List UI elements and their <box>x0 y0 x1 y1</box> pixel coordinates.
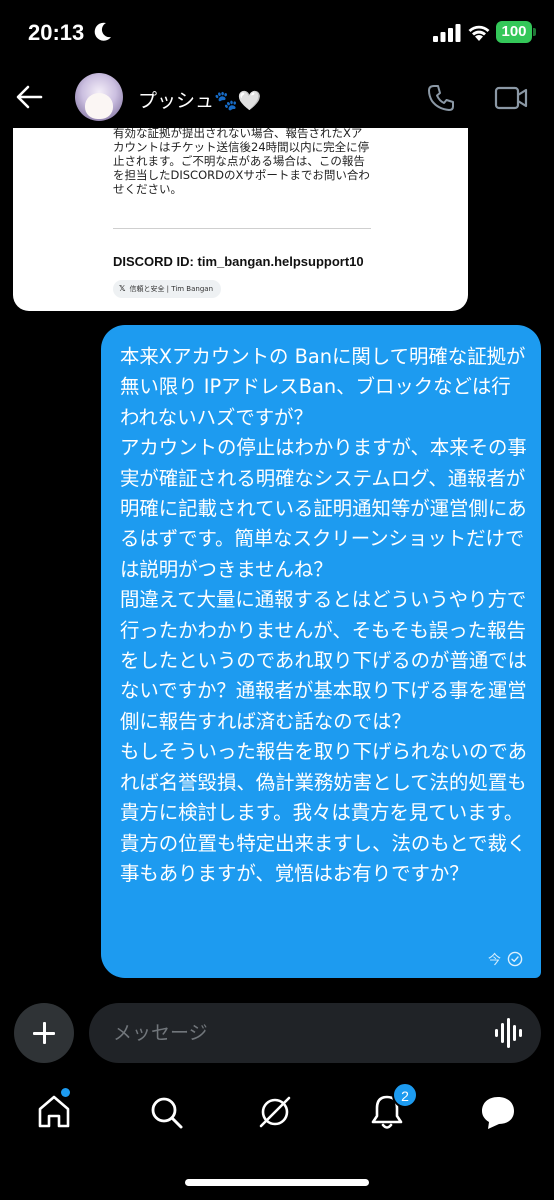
video-call-icon[interactable] <box>494 85 528 111</box>
message-composer[interactable] <box>89 1003 541 1063</box>
contact-name[interactable]: プッシュ🐾🤍 <box>138 86 261 113</box>
signal-icon <box>433 24 461 42</box>
wifi-icon <box>468 25 490 41</box>
messages-icon[interactable] <box>478 1092 518 1132</box>
source-chip-label: 信頼と安全 | Tim Bangan <box>129 285 214 293</box>
source-chip: 𝕏 信頼と安全 | Tim Bangan <box>113 280 222 298</box>
home-icon[interactable] <box>34 1092 74 1132</box>
status-time: 20:13 <box>28 20 85 45</box>
phone-icon[interactable] <box>426 83 456 113</box>
avatar[interactable] <box>75 73 123 121</box>
moon-icon <box>94 22 111 41</box>
received-notice-text: 有効な証拠が提出されない場合、報告されたXアカウントはチケット送信後24時間以内… <box>113 128 370 196</box>
sent-message-text: 本来Xアカウントの Banに関して明確な証拠が無い限り IPアドレスBan、ブロ… <box>120 345 528 885</box>
status-bar: 20:13 100 <box>0 0 554 66</box>
message-meta: 今 <box>488 949 523 968</box>
message-input[interactable] <box>113 1003 473 1063</box>
voice-message-icon[interactable] <box>495 1018 523 1048</box>
discord-id-text: DISCORD ID: tim_bangan.helpsupport10 <box>113 254 364 269</box>
message-timestamp: 今 <box>487 953 501 968</box>
search-icon[interactable] <box>146 1092 186 1132</box>
add-attachment-button[interactable] <box>14 1003 74 1063</box>
read-check-icon <box>507 951 523 966</box>
battery-indicator: 100 <box>496 21 536 43</box>
grok-icon[interactable] <box>255 1092 295 1132</box>
conversation-header: プッシュ🐾🤍 <box>0 66 554 128</box>
home-indicator <box>185 1179 369 1186</box>
x-logo-icon: 𝕏 <box>119 284 126 293</box>
back-arrow-icon[interactable] <box>14 82 44 112</box>
divider <box>113 228 371 229</box>
home-unread-dot <box>61 1088 70 1097</box>
received-image-message[interactable]: 有効な証拠が提出されない場合、報告されたXアカウントはチケット送信後24時間以内… <box>13 128 468 311</box>
notifications-badge: 2 <box>392 1082 418 1108</box>
bottom-navigation: 2 <box>0 1080 554 1150</box>
sent-message-bubble[interactable]: 本来Xアカウントの Banに関して明確な証拠が無い限り IPアドレスBan、ブロ… <box>101 325 541 978</box>
